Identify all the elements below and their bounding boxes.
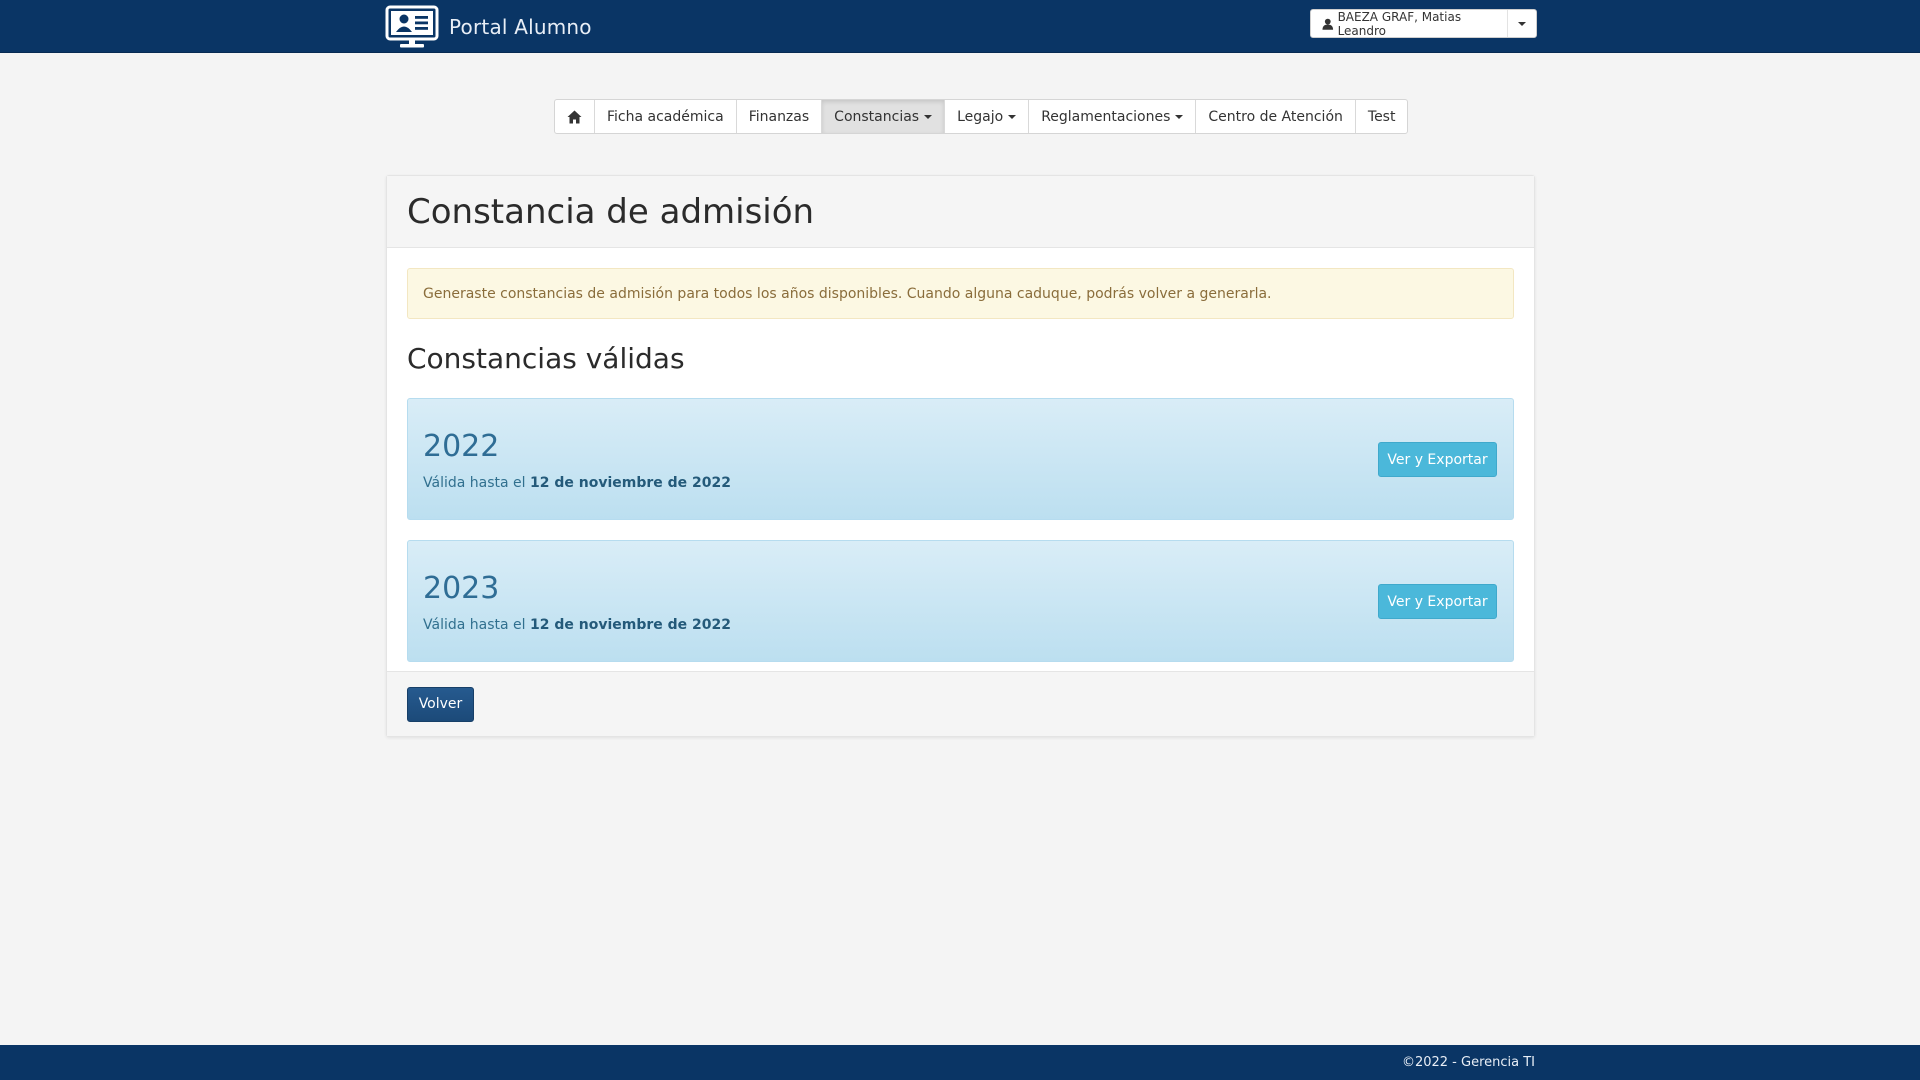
- home-icon: [567, 110, 582, 123]
- brand-link[interactable]: Portal Alumno: [385, 5, 592, 49]
- chevron-down-icon: [1175, 114, 1184, 119]
- back-button[interactable]: Volver: [407, 686, 474, 722]
- monitor-user-icon: [385, 5, 439, 48]
- certificate-validity: Válida hasta el 12 de noviembre de 2022: [423, 475, 731, 491]
- certificate-year: 2023: [423, 571, 500, 606]
- chevron-down-icon: [1008, 114, 1017, 119]
- nav-label: Finanzas: [748, 108, 810, 125]
- nav-label: Ficha académica: [607, 108, 724, 125]
- view-export-button[interactable]: Ver y Exportar: [1378, 442, 1497, 477]
- user-menu-button[interactable]: BAEZA GRAF, Matias Leandro: [1310, 9, 1537, 38]
- panel-body: Generaste constancias de admisión para t…: [387, 248, 1534, 662]
- nav-constancias[interactable]: Constancias: [822, 100, 946, 133]
- top-navbar: Portal Alumno BAEZA GRAF, Matias Leandro: [0, 0, 1920, 53]
- section-title: Constancias válidas: [407, 342, 685, 375]
- nav-label: Reglamentaciones: [1041, 108, 1171, 125]
- nav-home[interactable]: [555, 100, 595, 133]
- nav-label: Constancias: [834, 108, 920, 125]
- view-export-button[interactable]: Ver y Exportar: [1378, 584, 1497, 619]
- nav-reglamentaciones[interactable]: Reglamentaciones: [1029, 100, 1197, 133]
- main-nav: Ficha académica Finanzas Constancias Leg…: [554, 99, 1409, 134]
- nav-centro-de-atencion[interactable]: Centro de Atención: [1196, 100, 1356, 133]
- certificate-card: 2022 Válida hasta el 12 de noviembre de …: [407, 398, 1514, 520]
- panel-footer: Volver: [387, 671, 1534, 736]
- alert-text: Generaste constancias de admisión para t…: [423, 285, 1272, 302]
- user-name: BAEZA GRAF, Matias Leandro: [1337, 9, 1462, 38]
- user-menu-toggle[interactable]: [1508, 10, 1536, 37]
- user-icon: [1322, 18, 1334, 30]
- user-name-button[interactable]: BAEZA GRAF, Matias Leandro: [1311, 9, 1508, 38]
- nav-legajo[interactable]: Legajo: [945, 100, 1030, 133]
- warning-alert: Generaste constancias de admisión para t…: [407, 268, 1514, 319]
- nav-label: Legajo: [957, 108, 1004, 125]
- nav-label: Centro de Atención: [1208, 108, 1343, 125]
- admission-certificate-panel: Constancia de admisión Generaste constan…: [386, 175, 1535, 737]
- validity-prefix: Válida hasta el: [423, 475, 526, 491]
- chevron-down-icon: [1518, 21, 1526, 26]
- certificate-year: 2022: [423, 429, 500, 464]
- chevron-down-icon: [924, 114, 933, 119]
- validity-date: 12 de noviembre de 2022: [530, 475, 731, 491]
- footer-copyright: ©2022 - Gerencia TI: [1401, 1055, 1535, 1070]
- nav-test[interactable]: Test: [1356, 100, 1408, 133]
- validity-date: 12 de noviembre de 2022: [530, 617, 731, 633]
- page-title: Constancia de admisión: [407, 191, 815, 232]
- certificate-card: 2023 Válida hasta el 12 de noviembre de …: [407, 540, 1514, 662]
- brand-title: Portal Alumno: [449, 15, 592, 39]
- nav-label: Test: [1367, 108, 1396, 125]
- certificate-validity: Válida hasta el 12 de noviembre de 2022: [423, 617, 731, 633]
- page-footer: ©2022 - Gerencia TI: [0, 1045, 1920, 1080]
- panel-heading: Constancia de admisión: [387, 176, 1534, 248]
- nav-ficha-academica[interactable]: Ficha académica: [595, 100, 737, 133]
- validity-prefix: Válida hasta el: [423, 617, 526, 633]
- nav-finanzas[interactable]: Finanzas: [737, 100, 823, 133]
